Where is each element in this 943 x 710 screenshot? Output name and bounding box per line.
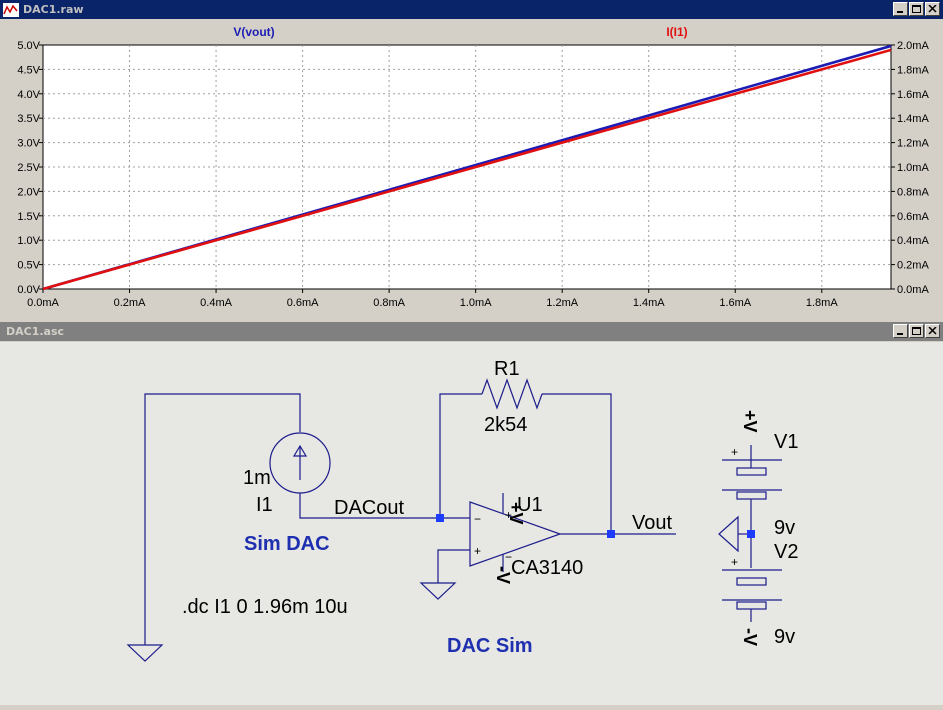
schematic-drawing: − + + − + + R1 2k54 1m I1 DACout U1 CA31… — [126, 358, 798, 662]
x-tick-label: 1.4mA — [633, 297, 665, 309]
plot-canvas: 5.0V 4.5V 4.0V 3.5V 3.0V 2.5V 2.0V 1.5V 1.0V 0.5V… — [17, 25, 929, 309]
v2-supply-label[interactable]: -V — [740, 628, 760, 646]
x-tick-label: 0.4mA — [200, 297, 232, 309]
left-tick-label: 4.0V — [17, 89, 40, 101]
v1-name[interactable]: V1 — [774, 431, 798, 453]
x-tick-label: 1.6mA — [719, 297, 751, 309]
left-tick-label: 4.5V — [17, 64, 40, 76]
left-tick-label: 2.5V — [17, 162, 40, 174]
node-vout[interactable] — [607, 530, 615, 538]
right-tick-label: 0.4mA — [897, 235, 929, 247]
left-tick-label: 2.0V — [17, 186, 40, 198]
opamp-vplus-label[interactable]: +V — [506, 502, 526, 525]
maximize-button[interactable] — [909, 324, 924, 338]
left-tick-label: 1.5V — [17, 211, 40, 223]
plot-window-title: DAC1.raw — [23, 3, 84, 16]
right-tick-label: 0.8mA — [897, 186, 929, 198]
right-tick-label: 1.2mA — [897, 138, 929, 150]
x-tick-label: 1.8mA — [806, 297, 838, 309]
comment-sim-dac[interactable]: Sim DAC — [244, 533, 330, 555]
schematic-window-title: DAC1.asc — [6, 325, 65, 338]
v2-name[interactable]: V2 — [774, 541, 798, 563]
ground-symbol-battery — [718, 515, 739, 553]
left-tick-label: 0.0V — [17, 284, 40, 296]
left-tick-label: 3.5V — [17, 113, 40, 125]
r1-value[interactable]: 2k54 — [484, 414, 527, 436]
resistor-r1[interactable] — [481, 378, 543, 410]
maximize-button[interactable] — [909, 2, 924, 16]
ground-symbol-left — [126, 644, 164, 662]
right-tick-label: 0.2mA — [897, 260, 929, 272]
v2-value[interactable]: 9v — [774, 626, 795, 648]
ground-symbol-opamp — [419, 582, 457, 600]
node-battery-mid[interactable] — [747, 530, 755, 538]
left-tick-label: 5.0V — [17, 40, 40, 52]
left-tick-label: 3.0V — [17, 138, 40, 150]
right-tick-label: 1.8mA — [897, 64, 929, 76]
schematic-window-titlebar[interactable]: DAC1.asc — [0, 322, 943, 341]
plot-window-titlebar[interactable]: DAC1.raw — [0, 0, 943, 19]
battery-v1-plus-mark: + — [731, 445, 738, 459]
schematic-canvas[interactable]: − + + − + + R1 2k54 1m I1 DACout U1 CA31… — [0, 342, 943, 705]
close-button[interactable] — [925, 324, 940, 338]
i1-name[interactable]: I1 — [256, 494, 273, 516]
right-tick-label: 0.6mA — [897, 211, 929, 223]
x-tick-label: 1.2mA — [546, 297, 578, 309]
wire-feedback — [439, 393, 482, 518]
waveform-plot[interactable]: 5.0V 4.5V 4.0V 3.5V 3.0V 2.5V 2.0V 1.5V 1.0V 0.5V… — [0, 19, 943, 322]
right-tick-label: 1.0mA — [897, 162, 929, 174]
v1-value[interactable]: 9v — [774, 517, 795, 539]
x-tick-label: 0.2mA — [114, 297, 146, 309]
trace-label-i1[interactable]: I(I1) — [666, 25, 687, 39]
waveform-icon — [3, 2, 19, 17]
x-tick-label: 0.0mA — [27, 297, 59, 309]
right-tick-label: 2.0mA — [897, 40, 929, 52]
x-tick-label: 0.8mA — [373, 297, 405, 309]
right-tick-label: 0.0mA — [897, 284, 929, 296]
i1-value[interactable]: 1m — [243, 467, 271, 489]
v1-supply-label[interactable]: +V — [740, 410, 760, 433]
right-tick-label: 1.6mA — [897, 89, 929, 101]
plot-window: DAC1.raw 5.0V 4.5V 4.0V 3.5V 3.0V 2.5V 2.0V 1.5… — [0, 0, 943, 322]
u1-part[interactable]: CA3140 — [511, 557, 583, 579]
left-tick-label: 1.0V — [17, 235, 40, 247]
minimize-button[interactable] — [893, 324, 908, 338]
left-tick-label: 0.5V — [17, 260, 40, 272]
node-dacout[interactable] — [436, 514, 444, 522]
trace-label-vout[interactable]: V(vout) — [233, 25, 274, 39]
r1-name[interactable]: R1 — [494, 358, 520, 380]
net-label-vout[interactable]: Vout — [632, 512, 672, 534]
close-button[interactable] — [925, 2, 940, 16]
battery-v2[interactable] — [736, 577, 767, 586]
dc-directive[interactable]: .dc I1 0 1.96m 10u — [182, 596, 348, 618]
net-label-dacout[interactable]: DACout — [334, 497, 404, 519]
battery-v1[interactable] — [736, 467, 767, 476]
right-tick-label: 1.4mA — [897, 113, 929, 125]
opamp-vminus-label[interactable]: -V — [493, 566, 513, 584]
comment-dac-sim[interactable]: DAC Sim — [447, 635, 533, 657]
x-tick-label: 0.6mA — [287, 297, 319, 309]
x-tick-label: 1.0mA — [460, 297, 492, 309]
opamp-minus-mark: − — [474, 512, 481, 526]
battery-v2-plus-mark: + — [731, 555, 738, 569]
minimize-button[interactable] — [893, 2, 908, 16]
opamp-plus-mark: + — [474, 544, 481, 558]
